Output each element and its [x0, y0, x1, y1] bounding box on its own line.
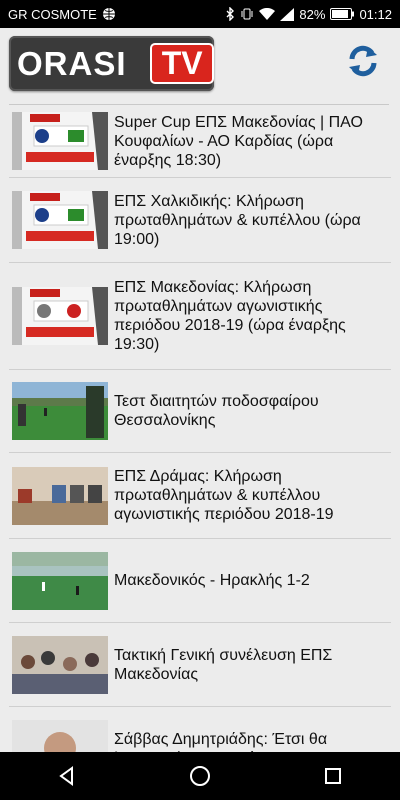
- article-title[interactable]: ΕΠΣ Μακεδονίας: Κλήρωση πρωταθλημάτων αγ…: [114, 278, 376, 354]
- list-item[interactable]: Σάββας Δημητριάδης: Έτσι θα λειτουργήσει…: [9, 707, 391, 752]
- logo-tv-badge: TV: [150, 43, 214, 84]
- article-thumbnail: [12, 191, 108, 249]
- battery-percent: 82%: [299, 6, 326, 22]
- article-list[interactable]: Super Cup ΕΠΣ Μακεδονίας | ΠΑΟ Κουφαλίων…: [0, 105, 400, 752]
- article-thumbnail: [12, 466, 108, 525]
- app-logo: ORASI TV: [9, 36, 214, 91]
- article-thumbnail: [12, 112, 108, 170]
- recents-button[interactable]: [303, 752, 363, 800]
- list-item[interactable]: Μακεδονικός - Ηρακλής 1-2: [9, 539, 391, 623]
- list-item[interactable]: ΕΠΣ Δράμας: Κλήρωση πρωταθλημάτων & κυπέ…: [9, 453, 391, 539]
- article-thumbnail: [12, 287, 108, 345]
- article-title[interactable]: Μακεδονικός - Ηρακλής 1-2: [114, 571, 376, 590]
- recents-icon: [325, 768, 342, 784]
- system-navigation-bar: [0, 752, 400, 800]
- back-icon: [58, 766, 73, 786]
- article-title[interactable]: ΕΠΣ Χαλκιδικής: Κλήρωση πρωταθλημάτων & …: [114, 192, 376, 249]
- article-title[interactable]: ΕΠΣ Δράμας: Κλήρωση πρωταθλημάτων & κυπέ…: [114, 467, 376, 524]
- status-bar: GR COSMOTE 82% 01:12: [0, 0, 400, 28]
- article-title[interactable]: Τεστ διαιτητών ποδοσφαίρου Θεσσαλονίκης: [114, 392, 376, 430]
- home-icon: [189, 766, 210, 786]
- globe-icon: [102, 7, 116, 21]
- vibrate-icon: [240, 7, 254, 21]
- article-thumbnail: [12, 551, 108, 610]
- carrier-name: GR COSMOTE: [8, 6, 97, 22]
- list-item[interactable]: Τεστ διαιτητών ποδοσφαίρου Θεσσαλονίκης: [9, 370, 391, 453]
- list-item[interactable]: ΕΠΣ Χαλκιδικής: Κλήρωση πρωταθλημάτων & …: [9, 178, 391, 263]
- refresh-icon: [349, 45, 377, 77]
- article-thumbnail: [12, 635, 108, 694]
- signal-icon: [280, 7, 295, 21]
- article-thumbnail: [12, 719, 108, 752]
- clock: 01:12: [359, 6, 392, 22]
- back-button[interactable]: [37, 752, 97, 800]
- refresh-button[interactable]: [346, 44, 380, 78]
- article-title[interactable]: Super Cup ΕΠΣ Μακεδονίας | ΠΑΟ Κουφαλίων…: [114, 113, 376, 170]
- bluetooth-icon: [225, 7, 235, 21]
- app-bar: ORASI TV: [0, 28, 400, 96]
- article-title[interactable]: Τακτική Γενική συνέλευση ΕΠΣ Μακεδονίας: [114, 646, 376, 684]
- list-item[interactable]: Super Cup ΕΠΣ Μακεδονίας | ΠΑΟ Κουφαλίων…: [9, 105, 391, 178]
- wifi-icon: [259, 7, 276, 21]
- list-item[interactable]: ΕΠΣ Μακεδονίας: Κλήρωση πρωταθλημάτων αγ…: [9, 263, 391, 370]
- article-thumbnail: [12, 382, 108, 440]
- battery-icon: [330, 8, 355, 20]
- home-button[interactable]: [170, 752, 230, 800]
- logo-text: ORASI: [17, 44, 127, 82]
- list-item[interactable]: Τακτική Γενική συνέλευση ΕΠΣ Μακεδονίας: [9, 623, 391, 707]
- article-title[interactable]: Σάββας Δημητριάδης: Έτσι θα λειτουργήσει…: [114, 730, 376, 753]
